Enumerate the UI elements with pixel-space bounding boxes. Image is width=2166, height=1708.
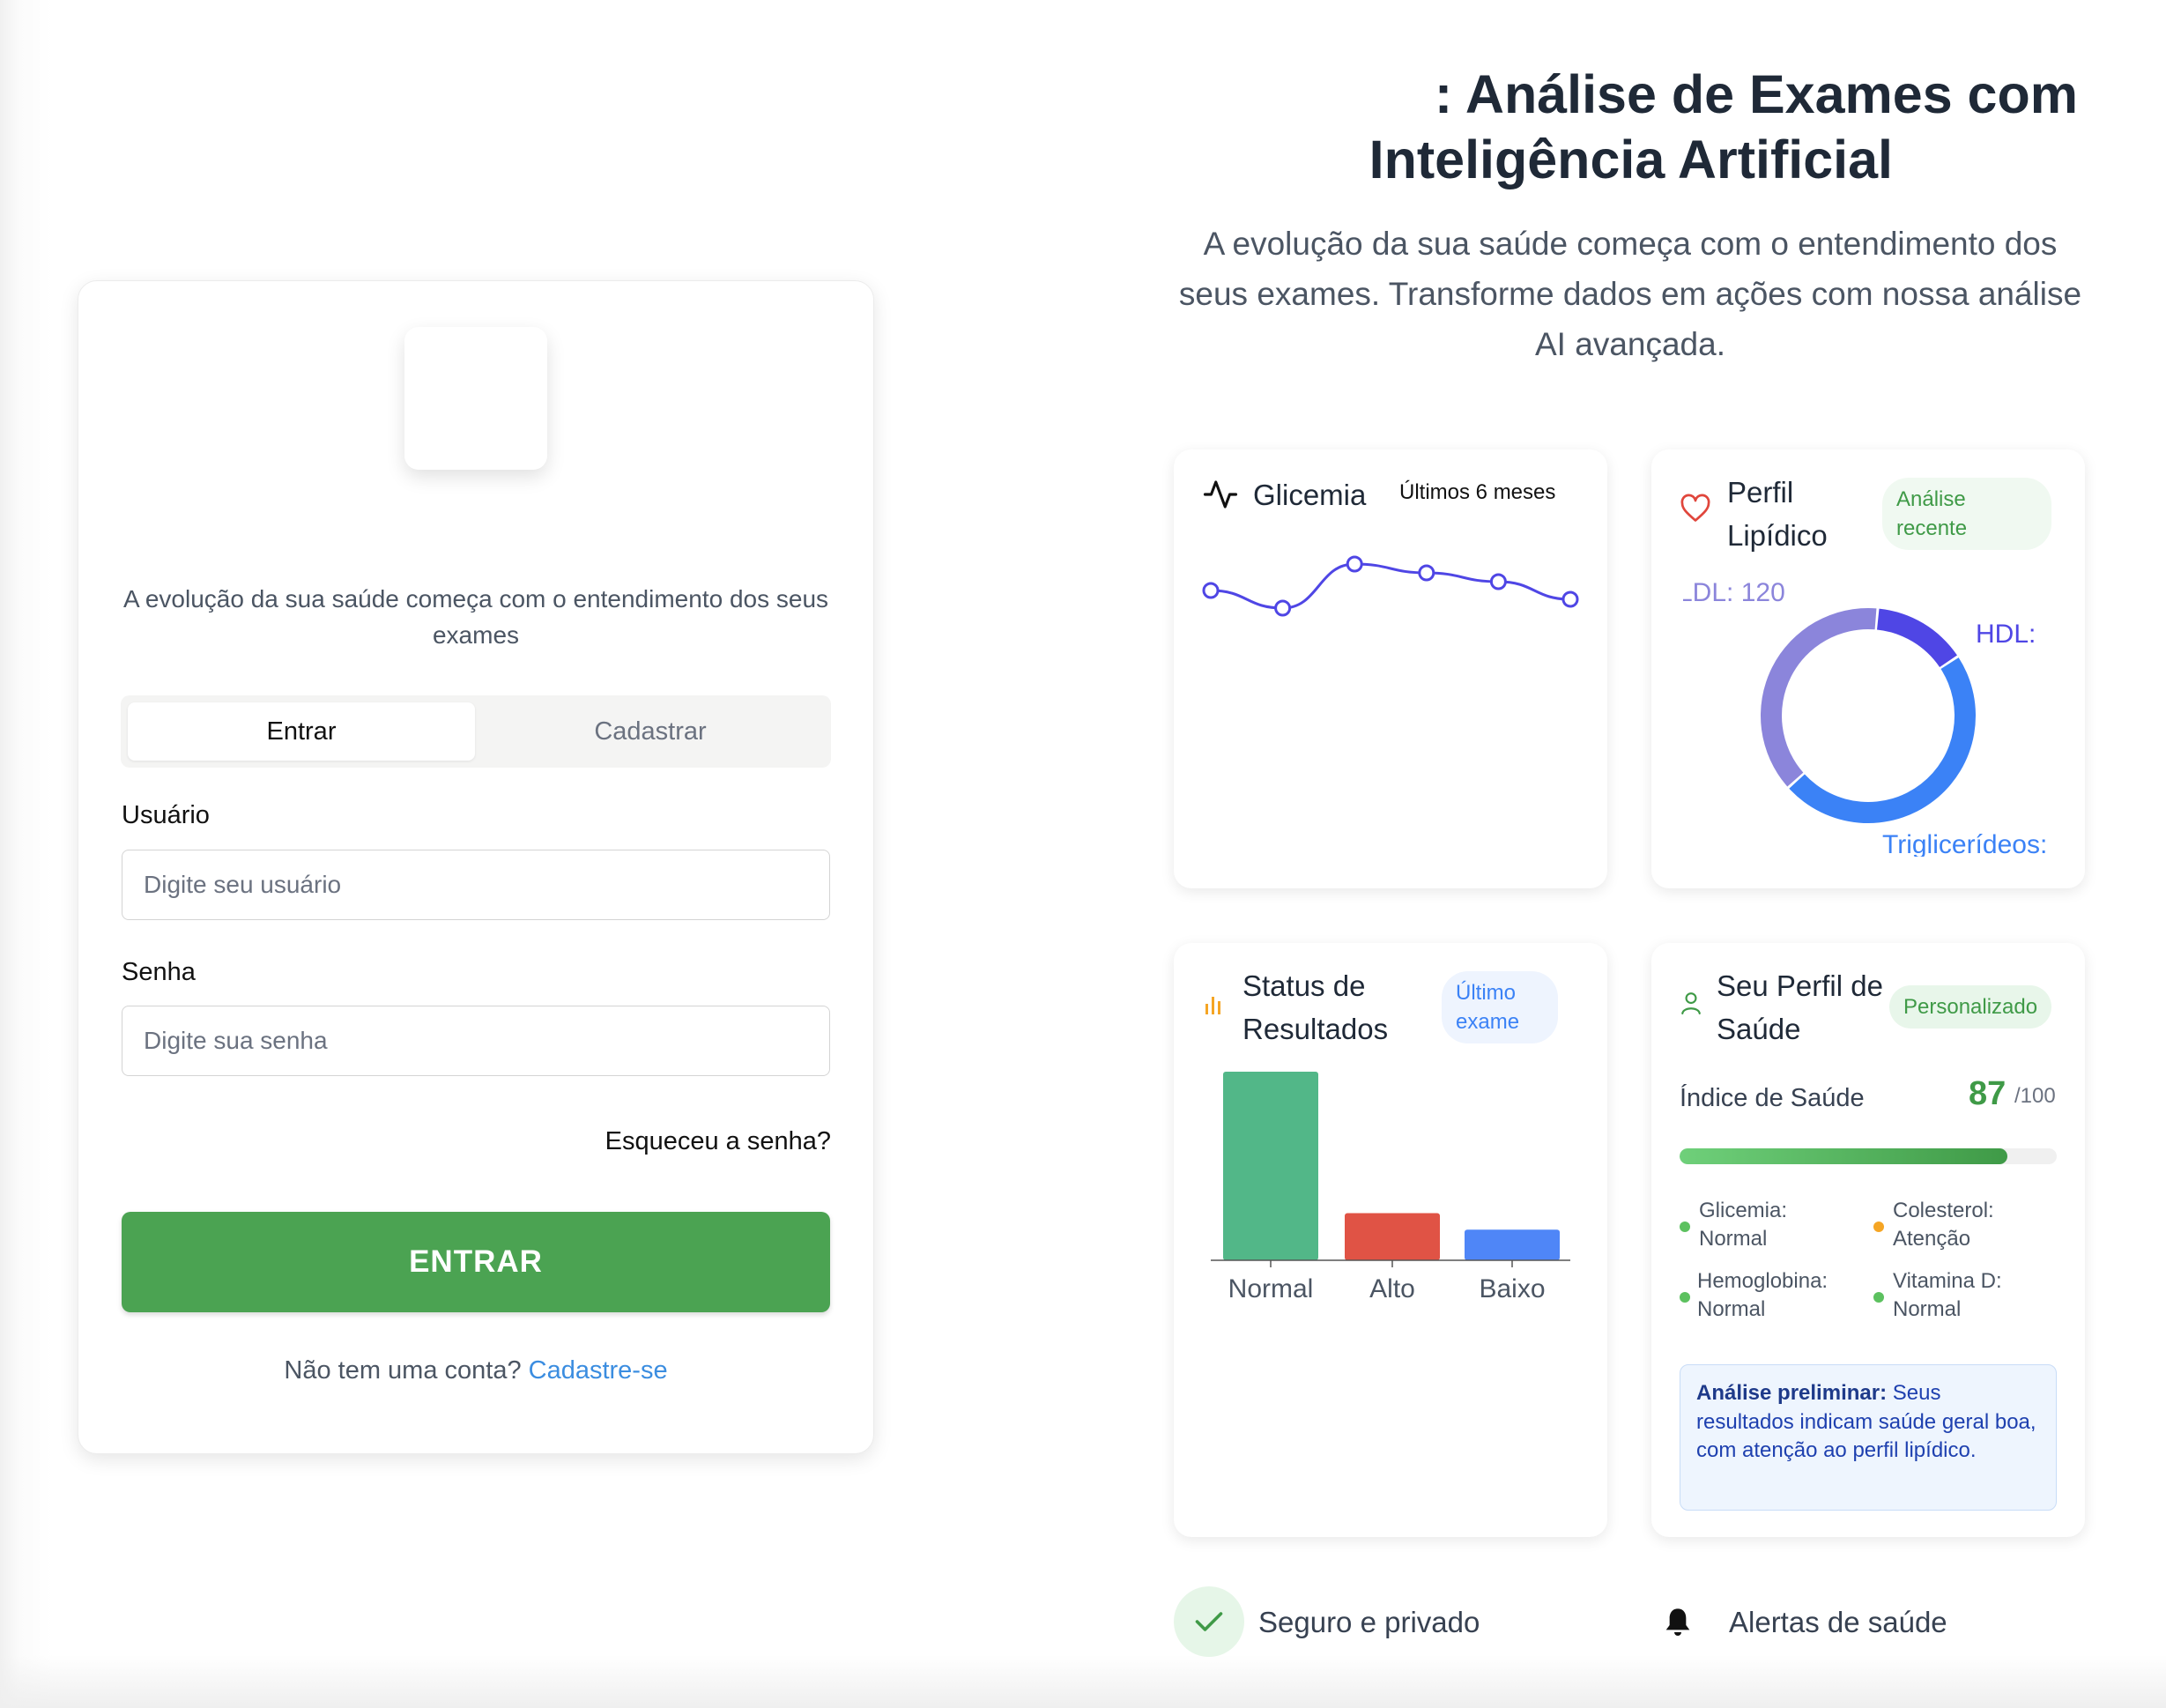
x-tick-label: Normal — [1228, 1274, 1314, 1303]
username-input[interactable] — [122, 850, 830, 920]
user-icon — [1681, 992, 1701, 1014]
secure-feature-label: Seguro e privado — [1258, 1606, 1480, 1638]
status-bar-chart: Normal Alto Baixo — [1211, 1072, 1570, 1303]
donut-slice-ldl — [1761, 608, 1877, 787]
status-dot — [1680, 1222, 1690, 1232]
glicemia-line — [1210, 562, 1571, 610]
health-index-value: 87 — [1969, 1075, 2007, 1112]
hero-title-line2: Inteligência Artificial — [1369, 130, 1893, 189]
preliminary-analysis: Análise preliminar: Seus resultados indi… — [1680, 1364, 2057, 1511]
glicemia-card: Glicemia Últimos 6 meses — [1174, 449, 1607, 888]
bar-alto — [1345, 1213, 1440, 1260]
x-tick-label: Alto — [1369, 1274, 1415, 1303]
legend-label: Hemoglobina: — [1697, 1269, 1828, 1293]
secure-badge — [1174, 1586, 1244, 1657]
status-dot — [1680, 1292, 1690, 1303]
bell-icon — [1665, 1608, 1690, 1636]
tab-entrar[interactable]: Entrar — [128, 702, 475, 761]
check-icon — [1195, 1612, 1223, 1631]
status-dot — [1873, 1292, 1884, 1303]
tab-cadastrar[interactable]: Cadastrar — [477, 702, 824, 761]
login-button[interactable]: ENTRAR — [122, 1212, 830, 1312]
legend-glicemia: Glicemia: Normal — [1699, 1197, 1787, 1253]
lipid-card: Perfil Lipídico Análise recente LDL: 120… — [1651, 449, 2085, 888]
status-card: Status de Resultados Último exame Normal… — [1174, 943, 1607, 1537]
hero-title-line1: : Análise de Exames com — [1434, 64, 2078, 124]
donut-slice-triglicerdeos — [1789, 657, 1976, 823]
signup-link[interactable]: Cadastre-se — [529, 1356, 668, 1385]
username-label: Usuário — [122, 801, 210, 829]
analysis-heading: Análise preliminar: — [1696, 1381, 1888, 1405]
legend-value: Normal — [1893, 1297, 1962, 1321]
health-profile-card: Seu Perfil de Saúde Personalizado Índice… — [1651, 943, 2085, 1537]
glicemia-point — [1489, 573, 1507, 590]
legend-hemoglobina: Hemoglobina: Normal — [1697, 1267, 1828, 1324]
legend-label: Glicemia: — [1699, 1199, 1788, 1222]
lipid-donut-chart — [1761, 608, 1976, 823]
signup-prompt: Não tem uma conta? Cadastre-se — [78, 1356, 873, 1385]
alerts-feature-label: Alertas de saúde — [1729, 1606, 1947, 1638]
ldl-label: LDL: 120 — [1678, 578, 1785, 607]
legend-label: Vitamina D: — [1893, 1269, 2002, 1293]
glicemia-point — [1202, 582, 1220, 599]
health-index-max: /100 — [2014, 1084, 2056, 1108]
hdl-label: HDL: — [1976, 620, 2036, 649]
trig-label: Triglicerídeos: — [1882, 830, 2048, 857]
health-index-label: Índice de Saúde — [1680, 1084, 1865, 1112]
glicemia-line-chart — [1202, 555, 1579, 617]
bar-baixo — [1465, 1229, 1560, 1260]
legend-label: Colesterol: — [1893, 1199, 1994, 1222]
bottom-fade — [0, 1655, 2166, 1708]
legend-value: Normal — [1699, 1227, 1768, 1251]
health-progress-track — [1680, 1148, 2057, 1164]
legend-vitamina-d: Vitamina D: Normal — [1893, 1267, 2002, 1324]
donut-slice-hdl — [1877, 608, 1957, 668]
auth-tabs: Entrar Cadastrar — [121, 695, 831, 768]
glicemia-point — [1561, 590, 1579, 608]
legend-value: Atenção — [1893, 1227, 1971, 1251]
bar-normal — [1223, 1072, 1318, 1260]
legend-value: Normal — [1697, 1297, 1766, 1321]
login-card: A evolução da sua saúde começa com o ent… — [78, 280, 874, 1454]
x-tick-label: Baixo — [1479, 1274, 1545, 1303]
profile-badge: Personalizado — [1889, 985, 2052, 1029]
password-label: Senha — [122, 958, 196, 986]
legend-colesterol: Colesterol: Atenção — [1893, 1197, 1994, 1253]
glicemia-point — [1346, 555, 1363, 573]
glicemia-point — [1418, 564, 1435, 582]
logo-placeholder — [404, 327, 547, 470]
status-dot — [1873, 1222, 1884, 1232]
profile-title: Seu Perfil de Saúde — [1717, 969, 1883, 1045]
hero-title: : Análise de Exames com Inteligência Art… — [1109, 62, 2078, 192]
glicemia-point — [1274, 599, 1292, 617]
forgot-password-link[interactable]: Esqueceu a senha? — [605, 1127, 831, 1156]
hero-subtitle: A evolução da sua saúde começa com o ent… — [1178, 226, 2082, 362]
no-account-text: Não tem uma conta? — [284, 1356, 522, 1385]
health-progress-fill — [1680, 1148, 2008, 1164]
password-input[interactable] — [122, 1006, 830, 1076]
login-subtitle: A evolução da sua saúde começa com o ent… — [122, 585, 829, 649]
